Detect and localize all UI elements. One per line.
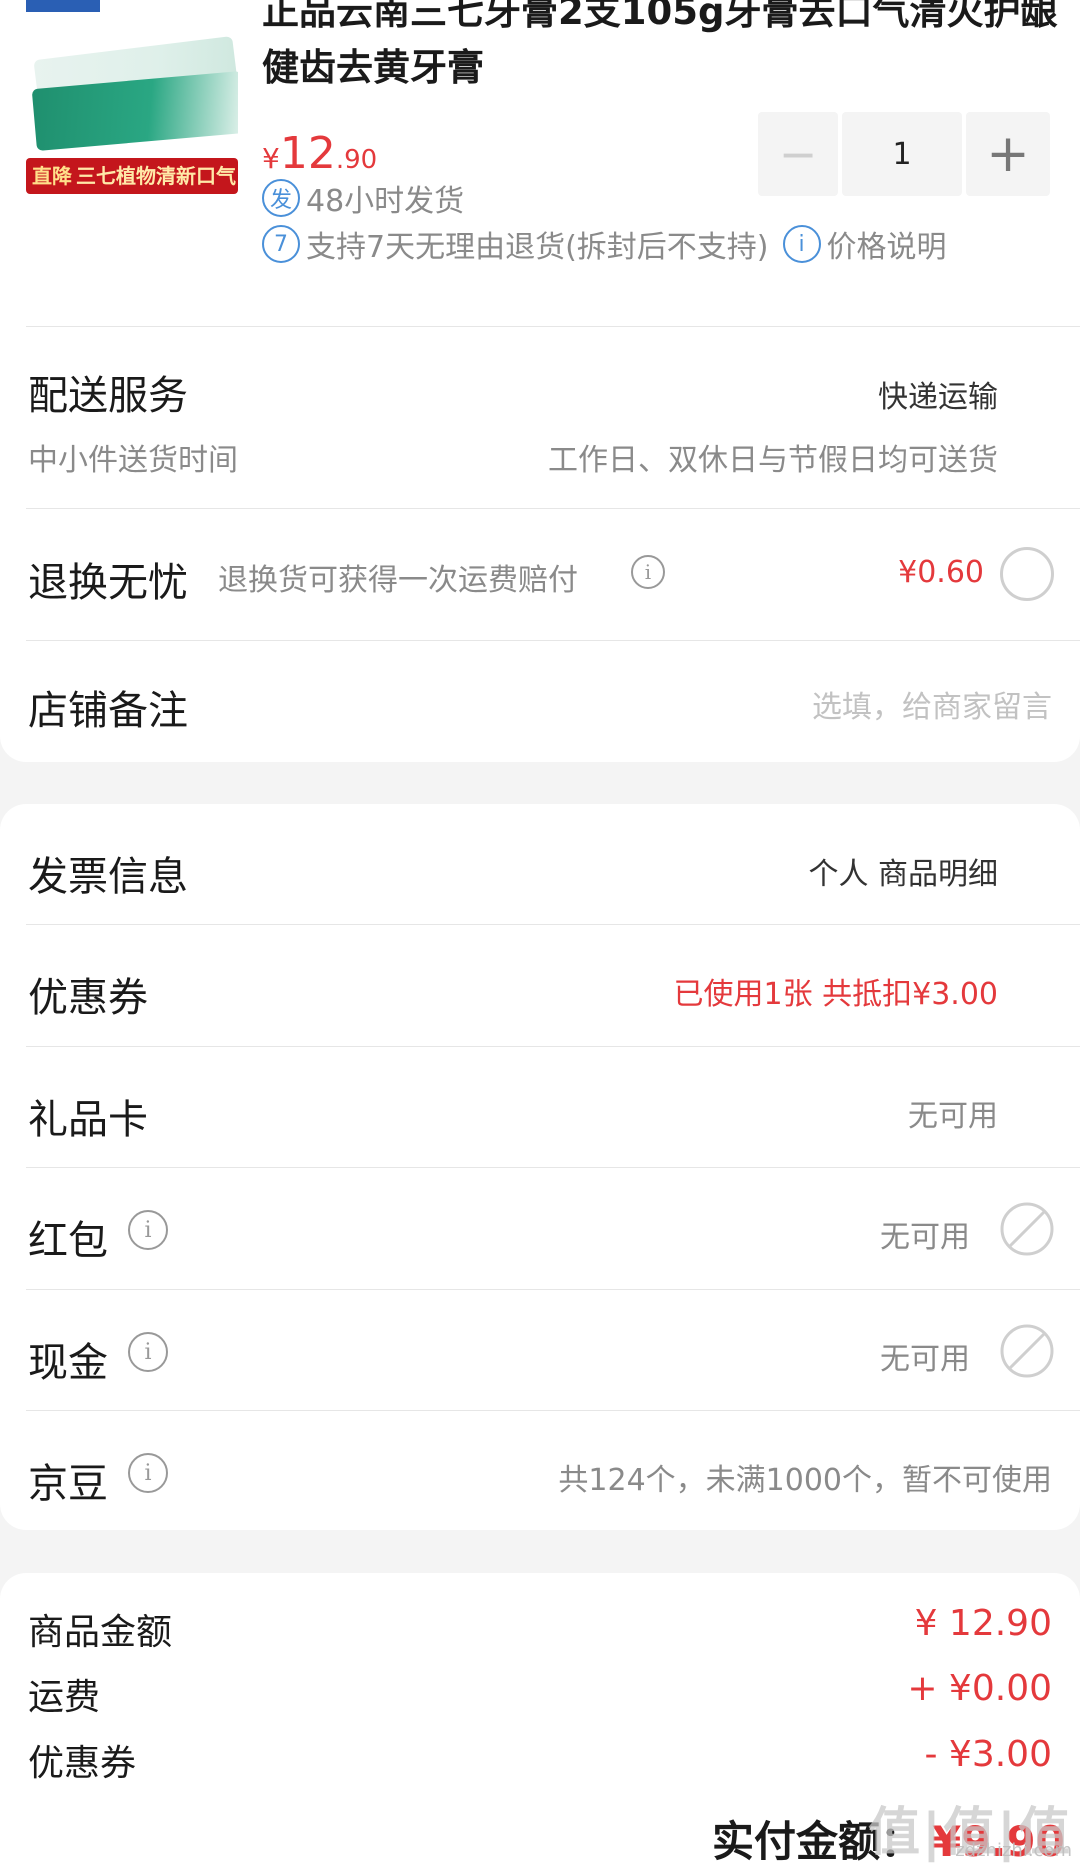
jingdou-label: 京豆 [28,1461,108,1507]
thumbnail-brand-band [26,0,100,12]
gift-card-value: 无可用 [908,1099,998,1134]
ship-badge-icon: 发 [262,179,300,217]
cash-value: 无可用 [880,1342,970,1377]
shipping-promise: 发 48小时发货 [262,176,464,220]
watermark-url: zdzhizhi.com [955,1840,1072,1861]
goods-amount-label: 商品金额 [28,1612,173,1653]
cash-info-icon[interactable]: i [128,1332,168,1372]
delivery-time-label: 中小件送货时间 [28,443,238,478]
coupon-discount-value: - ¥3.00 [924,1734,1053,1775]
product-price: ¥12.90 [262,128,377,179]
payment-options-card: 发票信息 个人 商品明细 优惠券 已使用1张 共抵扣¥3.00 礼品卡 无可用 … [0,804,1080,1530]
divider [26,1289,1080,1290]
coupon-value: 已使用1张 共抵扣¥3.00 [673,977,998,1012]
return-policy: 7 支持7天无理由退货(拆封后不支持) i 价格说明 [262,222,947,266]
product-thumbnail[interactable]: 直降 三七植物清新口气 [26,0,238,200]
delivery-method-value: 快递运输 [878,380,998,415]
store-note-input[interactable]: 选填，给商家留言 [812,682,1052,726]
jingdou-info-icon[interactable]: i [128,1453,168,1493]
divider [26,1046,1080,1047]
disabled-icon [1000,1324,1054,1378]
return-insurance-radio[interactable] [1000,547,1054,601]
price-info-icon[interactable]: i [782,225,821,263]
divider [26,1410,1080,1411]
promo-text: 三七植物清新口气 [76,164,236,188]
disabled-icon [1000,1202,1054,1256]
invoice-value: 个人 商品明细 [808,857,998,892]
red-packet-info-icon[interactable]: i [128,1210,168,1250]
product-title[interactable]: 正品云南三七牙膏2支105g牙膏去口气清火护龈健齿去黄牙膏 [262,0,1062,96]
store-note-label: 店铺备注 [28,688,188,734]
quantity-stepper: − 1 + [758,112,1054,196]
price-symbol: ¥ [262,142,280,175]
invoice-label: 发票信息 [28,854,188,900]
cash-label: 现金 [28,1340,108,1386]
red-packet-label: 红包 [28,1218,108,1264]
price-decimal: .90 [335,145,378,175]
delivery-service-label: 配送服务 [28,373,188,419]
quantity-decrease-button[interactable]: − [758,112,838,196]
order-item-card: 直降 三七植物清新口气 正品云南三七牙膏2支105g牙膏去口气清火护龈健齿去黄牙膏… [0,0,1080,762]
divider [26,640,1080,641]
thumbnail-promo-banner: 直降 三七植物清新口气 [26,158,238,194]
return-policy-text: 支持7天无理由退货(拆封后不支持) [306,230,769,265]
delivery-time-value: 工作日、双休日与节假日均可送货 [548,443,998,478]
coupon-discount-label: 优惠券 [28,1743,137,1784]
divider [26,1167,1080,1168]
quantity-input[interactable]: 1 [842,112,962,196]
freight-value: + ¥0.00 [907,1668,1052,1709]
quantity-increase-button[interactable]: + [966,112,1050,196]
return-insurance-info-icon[interactable]: i [631,555,665,589]
price-integer: 12 [279,128,336,179]
divider [26,508,1080,509]
shipping-promise-text: 48小时发货 [306,184,465,219]
return-insurance-desc: 退换货可获得一次运费赔付 [218,563,578,598]
seven-day-return-icon: 7 [262,225,300,263]
red-packet-value: 无可用 [880,1220,970,1255]
goods-amount-value: ¥ 12.90 [914,1603,1052,1644]
return-insurance-label: 退换无忧 [28,560,188,606]
divider [26,924,1080,925]
return-insurance-price: ¥0.60 [898,555,984,590]
promo-tag: 直降 [32,164,72,188]
freight-label: 运费 [28,1677,101,1718]
jingdou-value: 共124个，未满1000个，暂不可使用 [558,1463,1052,1498]
divider [26,326,1080,327]
gift-card-label: 礼品卡 [28,1097,148,1143]
price-info-link[interactable]: 价格说明 [827,222,947,266]
coupon-label: 优惠券 [28,975,148,1021]
